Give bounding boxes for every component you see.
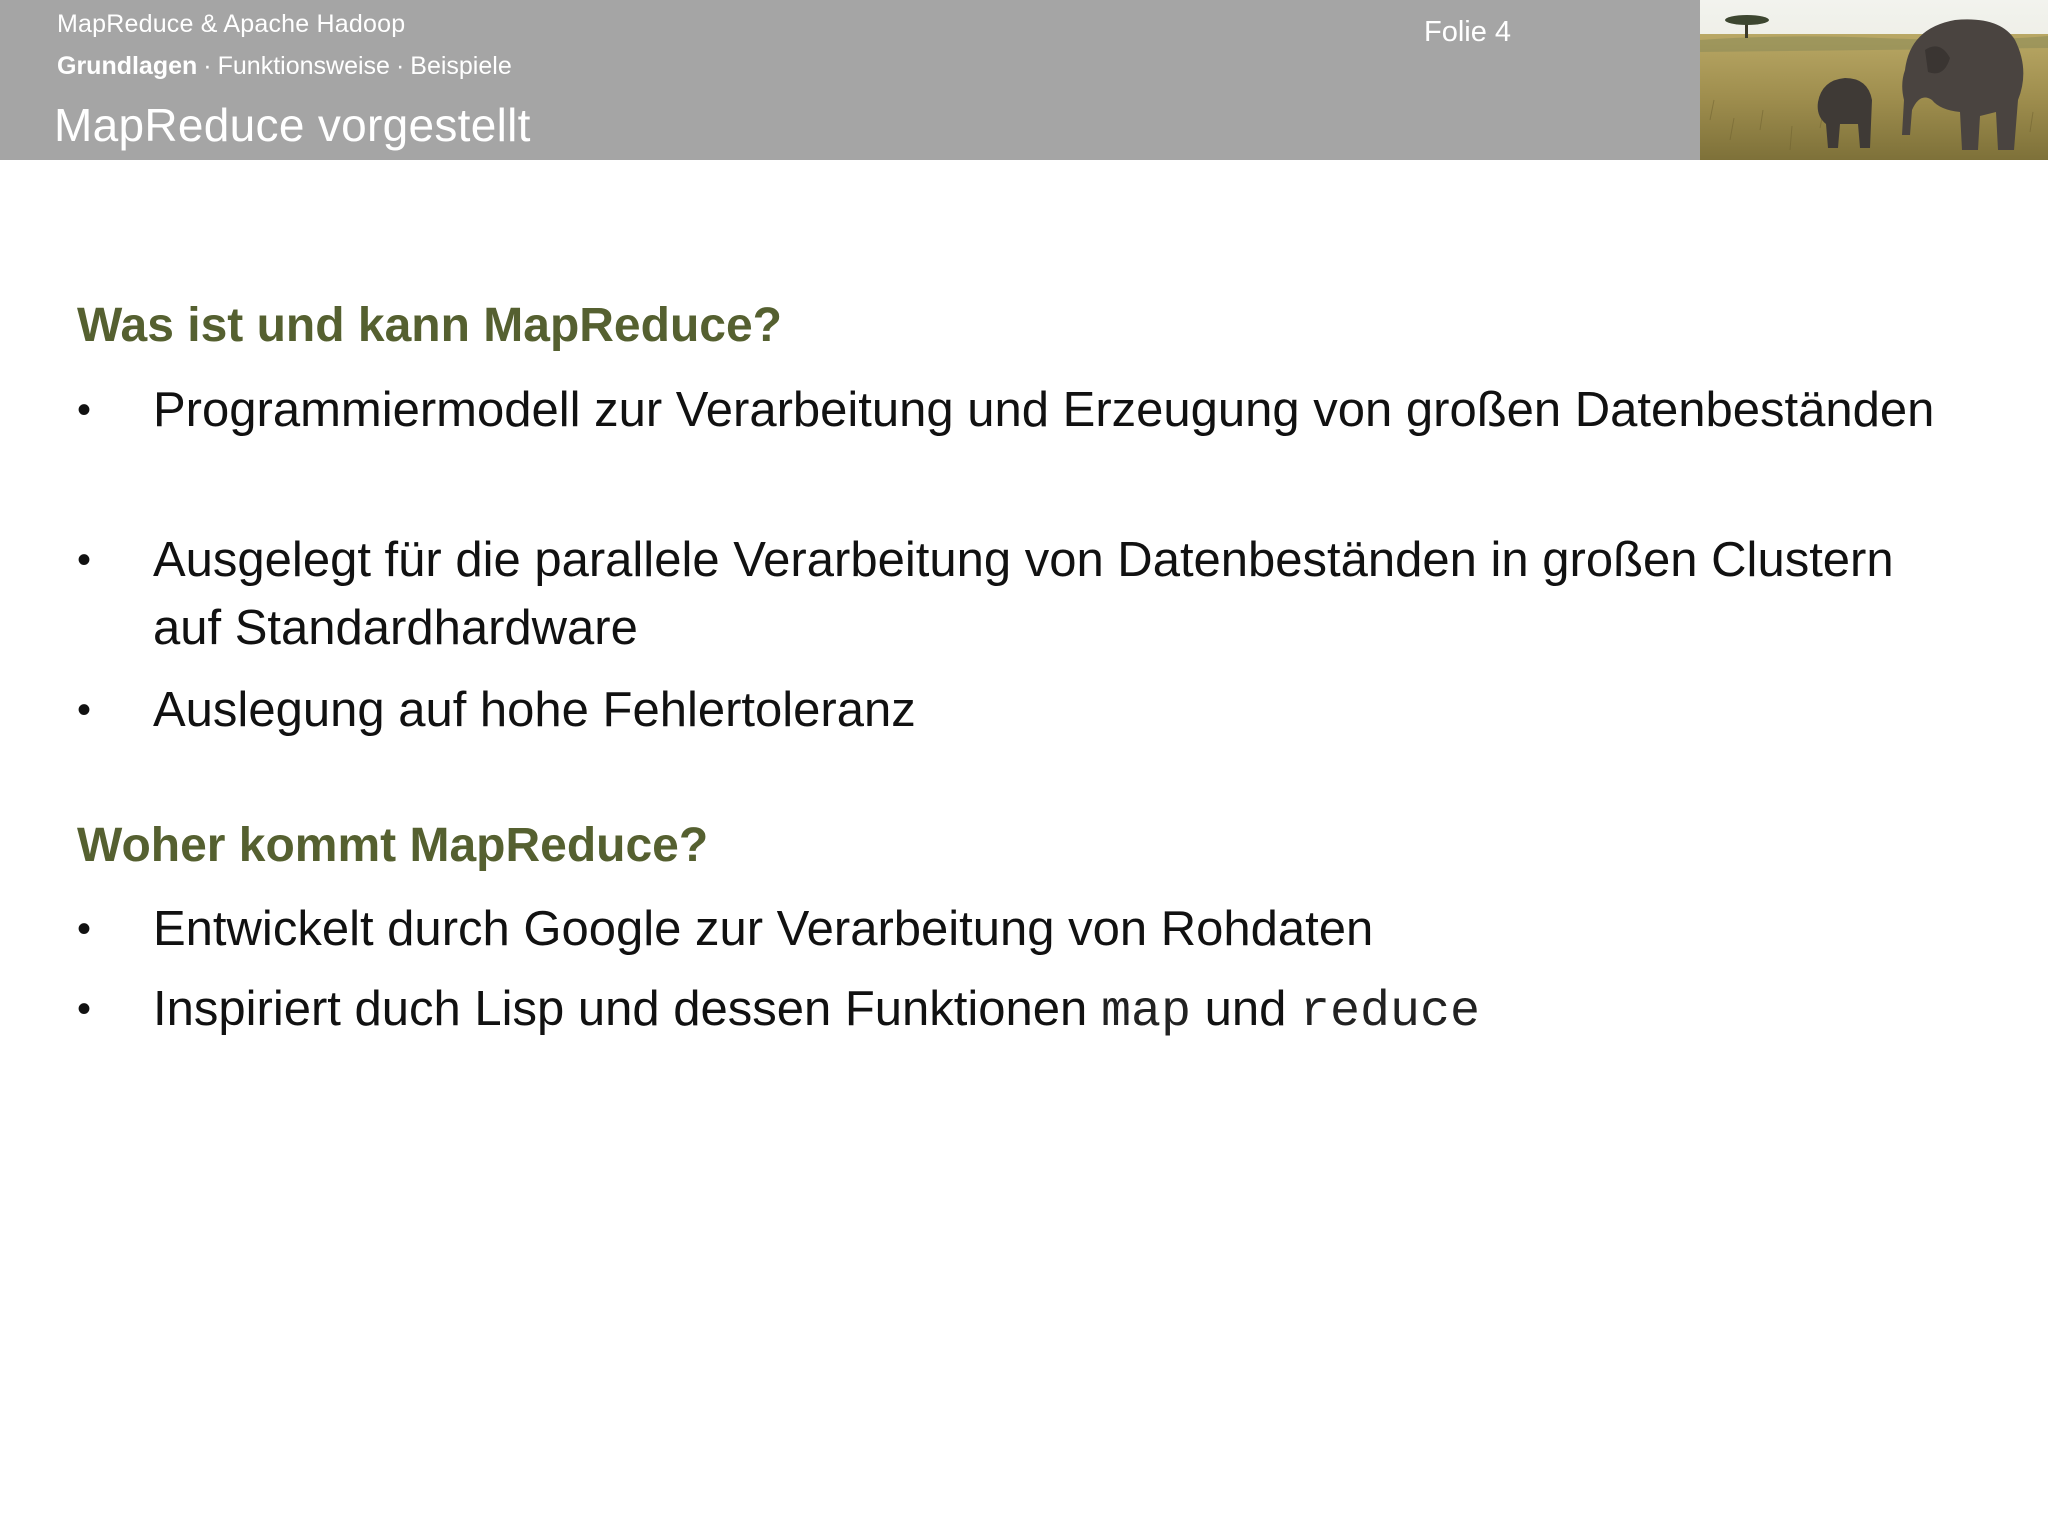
code-map: map bbox=[1100, 984, 1191, 1041]
bullet-text: Auslegung auf hohe Fehlertoleranz bbox=[153, 683, 916, 737]
elephants-savanna-photo bbox=[1700, 0, 2048, 160]
bullet-dot: • bbox=[77, 388, 92, 432]
bullet-text: Entwickelt durch Google zur Verarbeitung… bbox=[153, 902, 1374, 956]
bullet-text: Inspiriert duch Lisp und dessen Funktion… bbox=[153, 975, 1973, 1047]
section-breadcrumb: Grundlagen · Funktionsweise · Beispiele bbox=[57, 52, 512, 81]
code-reduce: reduce bbox=[1299, 984, 1480, 1041]
bullet-text-middle: und bbox=[1204, 982, 1287, 1036]
breadcrumb-separator: · bbox=[203, 52, 212, 80]
slide-number: Folie 4 bbox=[1424, 16, 1512, 48]
bullet-dot: • bbox=[77, 538, 92, 582]
breadcrumb-active-item: Grundlagen bbox=[57, 52, 198, 80]
bullet-text: Programmiermodell zur Verarbeitung und E… bbox=[153, 383, 1935, 437]
bullet-text: Ausgelegt für die parallele Verarbeitung… bbox=[153, 533, 1894, 655]
breadcrumb-separator: · bbox=[395, 52, 405, 80]
slide: MapReduce & Apache Hadoop Grundlagen · Fun… bbox=[0, 0, 2048, 1536]
bullet-dot: • bbox=[77, 907, 92, 951]
bullet-dot: • bbox=[77, 987, 92, 1031]
bullet-text-prefix: Inspiriert duch Lisp und dessen Funktion… bbox=[153, 982, 1088, 1036]
slide-header: MapReduce & Apache Hadoop Grundlagen · Fun… bbox=[0, 0, 1700, 160]
bullet-dot: • bbox=[77, 688, 92, 732]
course-title: MapReduce & Apache Hadoop bbox=[57, 10, 406, 38]
section-title-what: Was ist und kann MapReduce? bbox=[77, 299, 782, 352]
slide-title: MapReduce vorgestellt bbox=[54, 99, 531, 151]
breadcrumb-item: Funktionsweise bbox=[217, 52, 390, 80]
breadcrumb-item: Beispiele bbox=[410, 52, 512, 80]
section-title-origin: Woher kommt MapReduce? bbox=[77, 819, 709, 872]
